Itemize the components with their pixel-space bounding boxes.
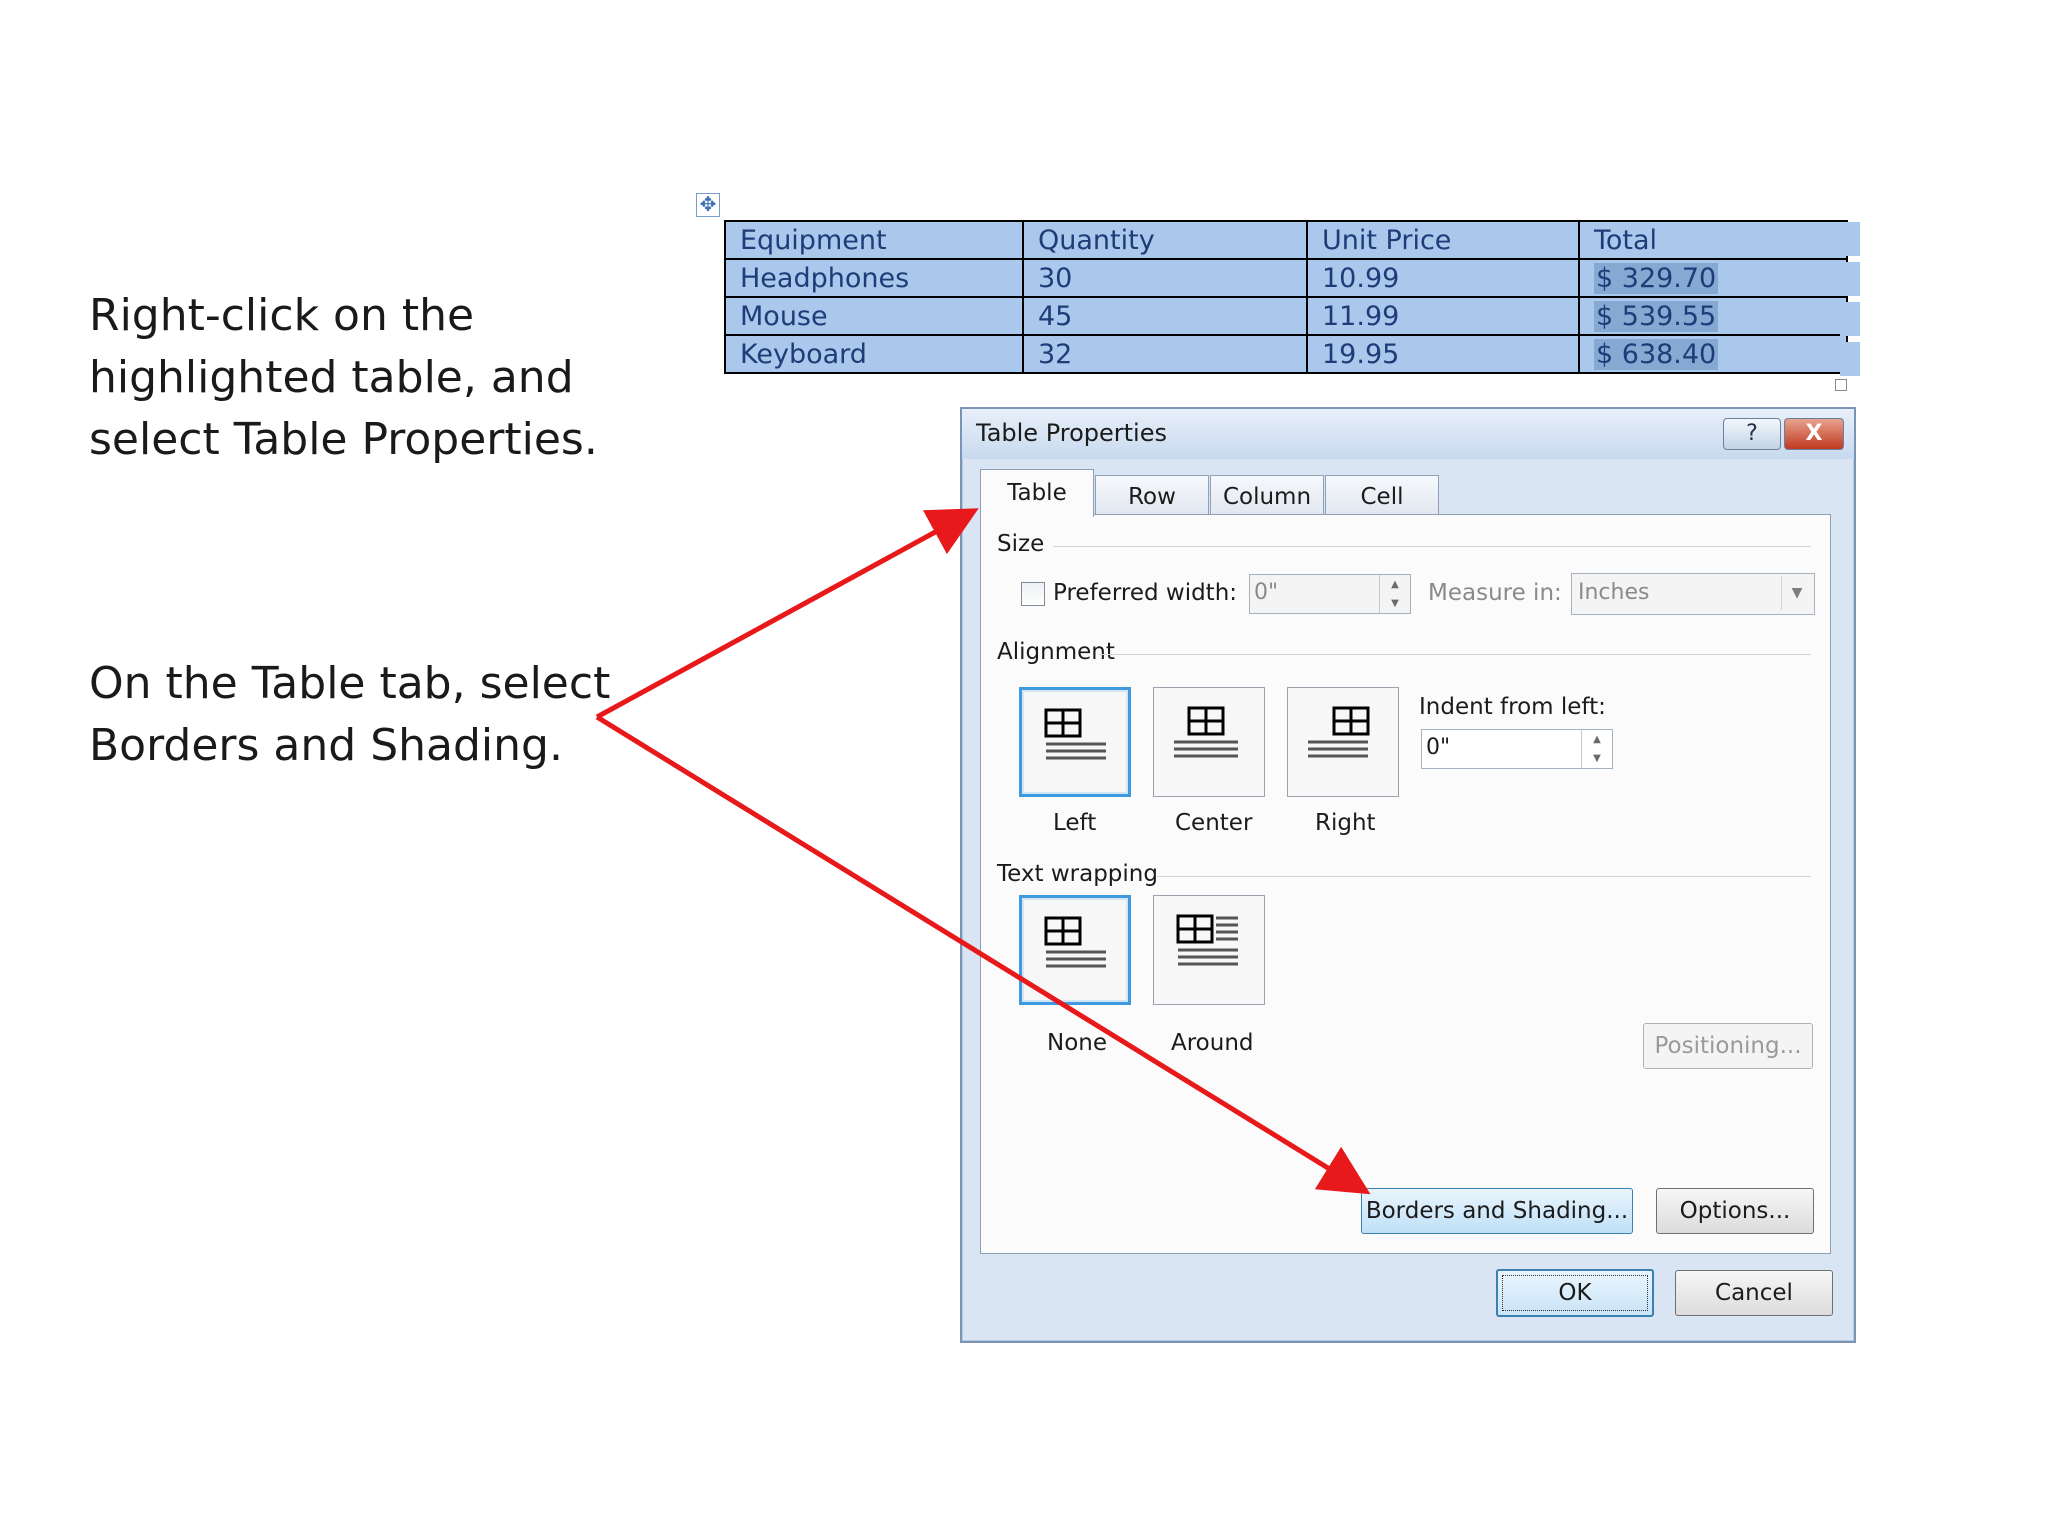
tab-table[interactable]: Table: [980, 469, 1094, 517]
annotation-arrows: [595, 508, 1371, 1195]
arrow-to-borders-button: [595, 714, 1371, 1195]
arrow-to-table-tab: [595, 508, 979, 720]
